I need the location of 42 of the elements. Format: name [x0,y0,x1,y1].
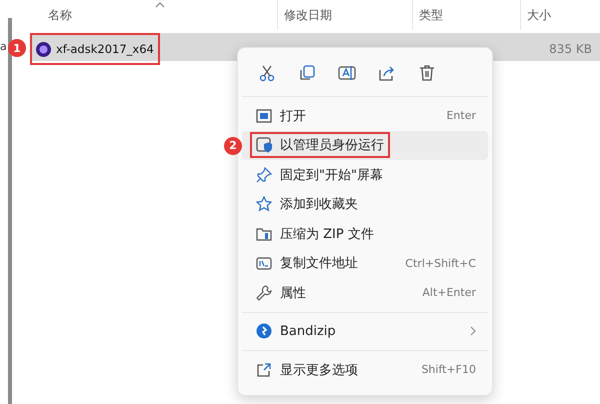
menu-item[interactable]: Bandizip [242,316,488,346]
column-header[interactable]: 修改日期 [277,0,412,30]
bandizip-icon [256,323,272,340]
menu-item-label: 以管理员身份运行 [280,137,384,154]
shortcut-text: Enter [446,109,476,122]
column-header[interactable]: 大小 [520,0,600,30]
shortcut-text: Alt+Enter [422,286,476,300]
shortcut-text: Ctrl+Shift+C [405,256,476,270]
star-icon [256,196,272,212]
menu-item[interactable]: 显示更多选项 Shift+F10 [242,355,488,384]
column-header[interactable]: 类型 [412,0,520,30]
step-badge: 2 [224,136,242,154]
menu-item-label: 添加到收藏夹 [280,196,358,214]
zip-folder-icon [256,226,272,241]
menu-item-label: 固定到"开始"屏幕 [280,166,383,184]
menu-item-label: 显示更多选项 [280,362,358,379]
step-badge: 1 [8,39,26,57]
menu-item[interactable]: 压缩为 ZIP 文件 [242,219,488,248]
menu-item-label: 复制文件地址 [280,255,358,272]
menu-item[interactable]: 属性 Alt+Enter [242,278,488,308]
menu-item[interactable]: 固定到"开始"屏幕 [242,160,488,190]
menu-item-label: 属性 [280,284,306,302]
sidebar-item[interactable]: a [0,40,7,53]
wrench-icon [256,284,272,301]
shortcut-text: Shift+F10 [421,363,476,376]
menu-item[interactable]: 以管理员身份运行 [242,130,488,160]
app-icon [36,42,51,56]
window-icon [256,108,272,123]
menu-item[interactable]: 复制文件地址 Ctrl+Shift+C [242,248,488,278]
shield-window-icon [256,137,272,154]
expand-icon [256,362,272,378]
pin-icon [256,166,272,183]
menu-item[interactable]: 添加到收藏夹 [242,190,488,219]
column-header[interactable]: 名称 [30,0,277,30]
menu-item[interactable]: 打开 Enter [242,101,488,130]
file-size: 835 KB [548,42,593,56]
menu-item-label: Bandizip [280,324,336,339]
file-name: xf-adsk2017_x64 [56,42,154,56]
scrollbar[interactable] [8,18,12,404]
menu-item-label: 打开 [280,108,306,125]
menu-item-label: 压缩为 ZIP 文件 [280,226,374,243]
path-card-icon [256,256,272,270]
